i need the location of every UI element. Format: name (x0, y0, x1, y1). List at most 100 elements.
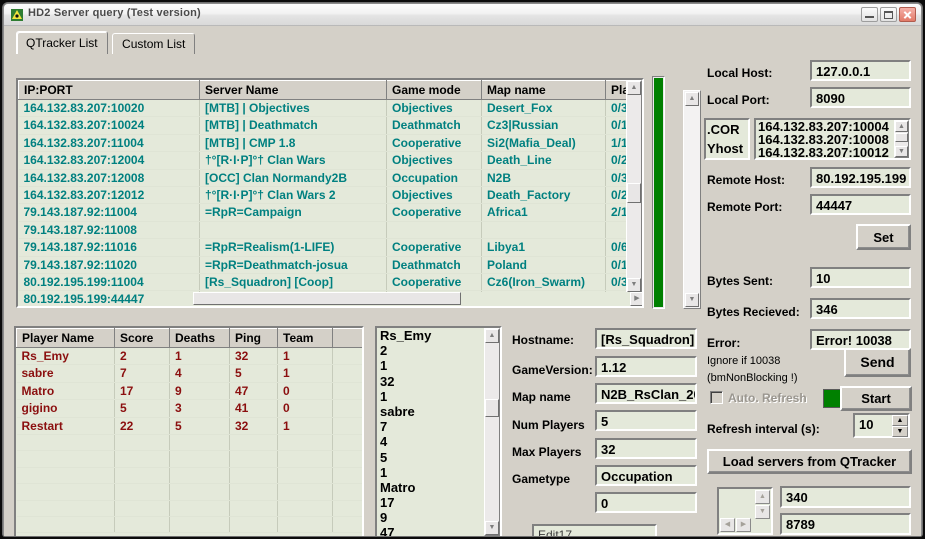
list-item[interactable]: 1 (377, 465, 500, 480)
gameversion-input[interactable]: 1.12 (595, 356, 697, 377)
start-game-button[interactable]: Start Game (840, 386, 912, 411)
mini-spin-left-icon[interactable]: ◀ (720, 518, 735, 532)
col-game-mode[interactable]: Game mode (387, 81, 482, 100)
table-row[interactable] (17, 467, 363, 483)
scroll-down-icon[interactable]: ▼ (627, 278, 641, 292)
scroll-thumb[interactable] (627, 183, 641, 203)
server-list-hscrollbar[interactable]: ▶ (193, 292, 644, 306)
list-item[interactable]: 164.132.83.207:10012 (756, 146, 909, 159)
table-row[interactable]: 79.143.187.92:11020=RpR=Deathmatch-josua… (19, 256, 645, 273)
scroll-down-icon[interactable]: ▼ (895, 146, 908, 157)
list-item[interactable]: 2 (377, 343, 500, 358)
hscroll-right-icon[interactable]: ▶ (630, 292, 644, 306)
list-item[interactable]: 1 (377, 358, 500, 373)
table-row[interactable]: gigino53410 (17, 400, 363, 417)
col-player-name[interactable]: Player Name (17, 329, 115, 348)
remote-host-input[interactable]: 80.192.195.199 (810, 167, 911, 188)
table-row[interactable]: 80.192.195.199:11004[Rs_Squadron] [Coop]… (19, 274, 645, 291)
refresh-interval-spin-buttons[interactable]: ▲ ▼ (892, 415, 908, 436)
remote-port-input[interactable]: 44447 (810, 194, 911, 215)
raw-data-listbox[interactable]: Rs_Emy 2 1 32 1 sabre 7 4 5 1 Matro 17 9… (375, 326, 502, 536)
scroll-up-icon[interactable]: ▲ (485, 329, 499, 343)
local-host-input[interactable]: 127.0.0.1 (810, 60, 911, 81)
side-scroll-up-icon[interactable]: ▲ (685, 92, 699, 106)
numplayers-input[interactable]: 5 (595, 410, 697, 431)
table-row[interactable]: 79.143.187.92:11016=RpR=Realism(1-LIFE)C… (19, 239, 645, 256)
table-row[interactable]: Rs_Emy21321 (17, 348, 363, 365)
table-row[interactable]: 164.132.83.207:10024[MTB] | DeathmatchDe… (19, 117, 645, 134)
table-row[interactable]: 79.143.187.92:11004=RpR=CampaignCooperat… (19, 204, 645, 221)
mini-spin-down-icon[interactable]: ▼ (755, 505, 770, 519)
table-row[interactable]: 164.132.83.207:12004†°[R·I·P]°† Clan War… (19, 152, 645, 169)
mini-spin-right-icon[interactable]: ▶ (736, 518, 751, 532)
table-row[interactable] (17, 435, 363, 451)
tab-custom-list[interactable]: Custom List (112, 33, 195, 54)
raw-listbox-scrollbar[interactable]: ▲ ▼ (484, 328, 500, 536)
mini-spin-up-icon[interactable]: ▲ (755, 490, 770, 504)
server-list-grid[interactable]: IP:PORT Server Name Game mode Map name P… (16, 78, 644, 308)
list-item[interactable]: 164.132.83.207:10004 (756, 120, 909, 133)
col-ping[interactable]: Ping (230, 329, 278, 348)
list-item[interactable]: sabre (377, 404, 500, 419)
extra-input[interactable]: 0 (595, 492, 697, 513)
maxplayers-input[interactable]: 32 (595, 438, 697, 459)
scroll-down-icon[interactable]: ▼ (485, 521, 499, 535)
table-row[interactable]: 164.132.83.207:12012†°[R·I·P]°† Clan War… (19, 187, 645, 204)
table-row[interactable]: 164.132.83.207:10020[MTB] | ObjectivesOb… (19, 100, 645, 117)
list-item[interactable]: 47 (377, 525, 500, 536)
hscroll-thumb[interactable] (193, 292, 461, 305)
table-row[interactable] (17, 484, 363, 500)
table-row[interactable]: 79.143.187.92:11008 (19, 221, 645, 238)
col-server-name[interactable]: Server Name (200, 81, 387, 100)
list-item[interactable]: 1 (377, 389, 500, 404)
gametype-input[interactable]: Occupation (595, 465, 697, 486)
player-list-grid[interactable]: Player Name Score Deaths Ping Team Rs_Em… (14, 326, 364, 536)
mini-scroll-stepper[interactable]: ▲ ▼ ◀ ▶ (717, 487, 773, 535)
spin-down-icon[interactable]: ▼ (892, 426, 908, 437)
scroll-thumb[interactable] (895, 133, 908, 142)
send-button[interactable]: Send (844, 348, 911, 377)
load-servers-button[interactable]: Load servers from QTracker (707, 449, 912, 474)
side-scrollbar[interactable]: ▲ ▼ (683, 90, 701, 309)
bytes-received-value[interactable]: 346 (810, 298, 911, 319)
table-row[interactable]: 164.132.83.207:12008[OCC] Clan Normandy2… (19, 169, 645, 186)
col-blank[interactable] (333, 329, 363, 348)
tab-qtracker-list[interactable]: QTracker List (16, 31, 108, 54)
refresh-interval-stepper[interactable]: 10 ▲ ▼ (853, 413, 910, 438)
table-row[interactable] (17, 516, 363, 532)
table-row[interactable]: sabre7451 (17, 365, 363, 382)
col-score[interactable]: Score (115, 329, 170, 348)
list-item[interactable]: Rs_Emy (377, 328, 500, 343)
auto-refresh-checkbox[interactable] (710, 391, 723, 404)
spin-up-icon[interactable]: ▲ (892, 415, 908, 426)
list-item[interactable]: 7 (377, 419, 500, 434)
bytes-sent-value[interactable]: 10 (810, 267, 911, 288)
set-button[interactable]: Set (856, 224, 911, 250)
list-item[interactable]: Matro (377, 480, 500, 495)
scroll-thumb[interactable] (485, 399, 499, 417)
host-listbox[interactable]: 164.132.83.207:10004 164.132.83.207:1000… (754, 118, 911, 160)
table-row[interactable]: Matro179470 (17, 382, 363, 399)
server-list-vscrollbar[interactable]: ▲ ▼ (626, 80, 642, 293)
table-row[interactable] (17, 451, 363, 467)
list-item[interactable]: 4 (377, 434, 500, 449)
list-item[interactable]: 9 (377, 510, 500, 525)
table-row[interactable]: Restart225321 (17, 417, 363, 434)
local-port-input[interactable]: 8090 (810, 87, 911, 108)
hostname-input[interactable]: [Rs_Squadron] [Occ] (595, 328, 697, 349)
col-team[interactable]: Team (278, 329, 333, 348)
edit17-input[interactable]: Edit17 (532, 524, 657, 536)
counter-b-value[interactable]: 8789 (780, 513, 911, 535)
scroll-up-icon[interactable]: ▲ (627, 81, 641, 95)
col-deaths[interactable]: Deaths (170, 329, 230, 348)
minimize-button[interactable] (861, 7, 878, 22)
counter-a-value[interactable]: 340 (780, 486, 911, 508)
host-listbox-scrollbar[interactable]: ▲ ▼ (894, 120, 909, 158)
list-item[interactable]: 5 (377, 450, 500, 465)
list-item[interactable]: 164.132.83.207:10008 (756, 133, 909, 146)
error-value[interactable]: Error! 10038 (810, 329, 911, 350)
maximize-button[interactable] (880, 7, 897, 22)
col-ip-port[interactable]: IP:PORT (19, 81, 200, 100)
mapname-input[interactable]: N2B_RsClan_2017 (595, 383, 697, 404)
list-item[interactable]: 17 (377, 495, 500, 510)
